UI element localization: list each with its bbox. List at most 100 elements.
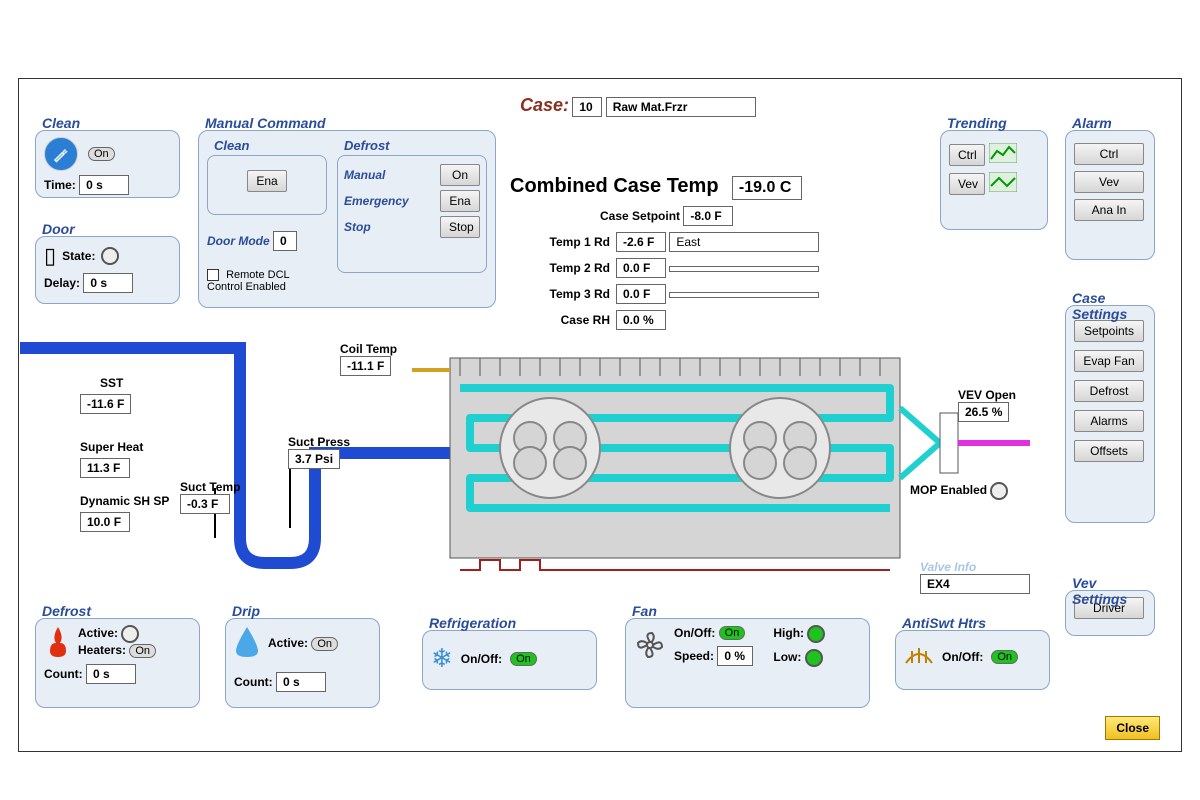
defrost-status-panel: Defrost Active: Heaters: On Count: 0 s (35, 618, 200, 708)
refrigeration-panel: Refrigeration ❄ On/Off: On (422, 630, 597, 690)
door-state-label: State: (62, 249, 95, 263)
temp1-name[interactable]: East (669, 232, 819, 252)
left-readings: SST -11.6 F Super Heat 11.3 F Dynamic SH… (80, 376, 169, 536)
setpoints-button[interactable]: Setpoints (1074, 320, 1144, 342)
clean-time-value[interactable]: 0 s (79, 175, 129, 195)
alarms-button[interactable]: Alarms (1074, 410, 1144, 432)
coil-temp-label: Coil Temp (340, 342, 397, 356)
case-name[interactable]: Raw Mat.Frzr (606, 97, 756, 117)
suct-temp-value: -0.3 F (180, 494, 230, 514)
clean-enable-button[interactable]: Ena (247, 170, 286, 192)
defrost-active-label: Active: (78, 626, 118, 640)
case-setpoint-value[interactable]: -8.0 F (683, 206, 733, 226)
readings-block: Combined Case Temp -19.0 C Case Setpoint… (510, 175, 819, 336)
fan-onoff-indicator: On (719, 626, 746, 640)
temp2-name[interactable] (669, 266, 819, 272)
antiswt-onoff-indicator: On (991, 650, 1018, 664)
alarm-ctrl-button[interactable]: Ctrl (1074, 143, 1144, 165)
temp3-value: 0.0 F (616, 284, 666, 304)
sst-value: -11.6 F (80, 394, 131, 414)
trending-panel: Trending Ctrl Vev (940, 130, 1048, 230)
manual-defrost-subpanel: Defrost Manual On Emergency Ena Stop Sto… (337, 155, 487, 273)
door-icon: ▯ (44, 243, 56, 269)
manual-command-panel: Manual Command Clean Ena Defrost Manual … (198, 130, 496, 308)
defrost-stop-button[interactable]: Stop (440, 216, 480, 238)
refrig-onoff-label: On/Off: (461, 652, 502, 666)
door-mode-value[interactable]: 0 (273, 231, 297, 251)
case-setpoint-label: Case Setpoint (600, 209, 680, 223)
clean-time-label: Time: (44, 178, 76, 192)
temp1-label: Temp 1 Rd (510, 235, 610, 249)
fan-speed-value: 0 % (717, 646, 753, 666)
refrig-onoff-indicator: On (510, 652, 537, 666)
defrost-heaters-label: Heaters: (78, 643, 126, 657)
fan-low-label: Low: (773, 650, 801, 664)
sst-label: SST (100, 376, 169, 390)
defrost-heaters-indicator: On (129, 644, 156, 658)
remote-dcl-checkbox[interactable] (207, 269, 219, 281)
temp2-label: Temp 2 Rd (510, 261, 610, 275)
door-delay-value[interactable]: 0 s (83, 273, 133, 293)
close-button[interactable]: Close (1105, 716, 1160, 740)
clean-panel: Clean On Time: 0 s (35, 130, 180, 198)
defrost-settings-button[interactable]: Defrost (1074, 380, 1144, 402)
drip-active-label: Active: (268, 636, 308, 650)
defrost-manual-on-button[interactable]: On (440, 164, 480, 186)
case-settings-title: Case Settings (1072, 290, 1154, 322)
mop-label: MOP Enabled (910, 483, 987, 497)
combined-temp-value: -19.0 C (732, 176, 802, 200)
vev-open-block: VEV Open 26.5 % (958, 388, 1016, 422)
clean-icon (44, 137, 78, 171)
dynsh-value: 10.0 F (80, 512, 130, 532)
vev-open-label: VEV Open (958, 388, 1016, 402)
door-mode-label: Door Mode (207, 234, 270, 248)
alarm-panel: Alarm Ctrl Vev Ana In (1065, 130, 1155, 260)
superheat-label: Super Heat (80, 440, 169, 454)
antiswt-title: AntiSwt Htrs (902, 615, 986, 631)
coil-temp-value: -11.1 F (340, 356, 391, 376)
valve-info-value[interactable]: EX4 (920, 574, 1030, 594)
drip-count-label: Count: (234, 675, 273, 689)
manual-clean-subpanel: Clean Ena (207, 155, 327, 215)
manual-clean-title: Clean (214, 138, 249, 153)
alarm-anain-button[interactable]: Ana In (1074, 199, 1144, 221)
defrost-grid-icon (904, 643, 934, 670)
suct-temp-block: Suct Temp -0.3 F (180, 480, 240, 514)
chart-icon (989, 172, 1017, 195)
alarm-vev-button[interactable]: Vev (1074, 171, 1144, 193)
case-header: Case: 10 Raw Mat.Frzr (520, 95, 756, 117)
fan-onoff-label: On/Off: (674, 626, 715, 640)
superheat-value: 11.3 F (80, 458, 130, 478)
defrost-count-label: Count: (44, 667, 83, 681)
antiswt-onoff-label: On/Off: (942, 650, 983, 664)
case-number[interactable]: 10 (572, 97, 602, 117)
valve-info-block: Valve Info EX4 (920, 560, 1030, 594)
trending-ctrl-button[interactable]: Ctrl (949, 144, 985, 166)
evap-fan-button[interactable]: Evap Fan (1074, 350, 1144, 372)
valve-info-title: Valve Info (920, 560, 1030, 574)
temp3-name[interactable] (669, 292, 819, 298)
offsets-button[interactable]: Offsets (1074, 440, 1144, 462)
vev-open-value: 26.5 % (958, 402, 1009, 422)
suct-press-value: 3.7 Psi (288, 449, 340, 469)
drip-count-value: 0 s (276, 672, 326, 692)
suct-temp-label: Suct Temp (180, 480, 240, 494)
defrost-emergency-button[interactable]: Ena (440, 190, 480, 212)
chart-icon (989, 143, 1017, 166)
mop-indicator (990, 482, 1008, 500)
trending-vev-button[interactable]: Vev (949, 173, 985, 195)
coil-temp-block: Coil Temp -11.1 F (340, 342, 397, 376)
mop-block: MOP Enabled (910, 482, 1008, 500)
fan-panel: Fan On/Off: On Speed: 0 % High: Low: (625, 618, 870, 708)
door-panel: Door ▯ State: Delay: 0 s (35, 236, 180, 304)
manual-defrost-title: Defrost (344, 138, 390, 153)
clean-on-indicator: On (88, 147, 115, 161)
clean-title: Clean (42, 115, 80, 131)
defrost-emergency-label: Emergency (344, 194, 409, 208)
door-delay-label: Delay: (44, 276, 80, 290)
fan-speed-label: Speed: (674, 649, 714, 663)
drip-panel: Drip Active: On Count: 0 s (225, 618, 380, 708)
fan-title: Fan (632, 603, 657, 619)
refrigeration-title: Refrigeration (429, 615, 516, 631)
door-title: Door (42, 221, 75, 237)
